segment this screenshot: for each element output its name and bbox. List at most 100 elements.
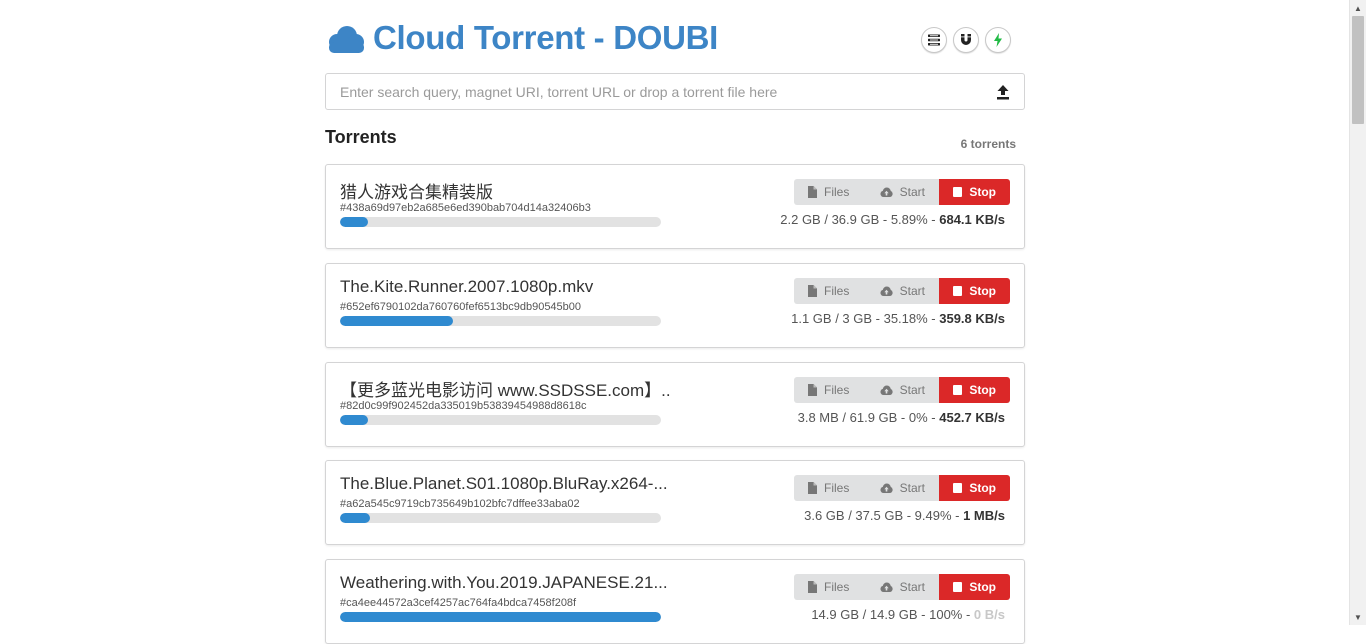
- files-button-label: Files: [824, 383, 850, 397]
- torrent-actions: Files Start Stop: [794, 179, 1010, 205]
- stop-button[interactable]: Stop: [939, 179, 1010, 205]
- scroll-up-arrow-icon[interactable]: ▲: [1350, 0, 1366, 16]
- torrent-progress-fill: [340, 217, 368, 227]
- torrent-hash: #ca4ee44572a3cef4257ac764fa4bdca7458f208…: [340, 597, 577, 609]
- torrent-name: Weathering.with.You.2019.JAPANESE.21...: [340, 573, 668, 592]
- torrent-progress-bar: [340, 415, 661, 425]
- torrent-sizes: 2.2 GB / 36.9 GB - 5.89% -: [780, 212, 940, 227]
- torrent-actions: Files Start Stop: [794, 574, 1010, 600]
- files-button-label: Files: [824, 580, 850, 594]
- scroll-thumb[interactable]: [1352, 16, 1364, 124]
- files-button[interactable]: Files: [794, 574, 866, 600]
- start-button[interactable]: Start: [866, 574, 939, 600]
- torrent-sizes: 3.6 GB / 37.5 GB - 9.49% -: [804, 508, 964, 523]
- stop-icon: [953, 483, 963, 493]
- app-title: Cloud Torrent - DOUBI: [373, 19, 719, 56]
- stop-icon: [953, 385, 963, 395]
- torrent-card: 猎人游戏合集精装版 #438a69d97eb2a685e6ed390bab704…: [325, 164, 1025, 249]
- stop-button-label: Stop: [969, 481, 996, 495]
- torrent-card: The.Kite.Runner.2007.1080p.mkv #652ef679…: [325, 263, 1025, 348]
- stop-icon: [953, 286, 963, 296]
- torrents-heading: Torrents: [325, 127, 397, 147]
- stop-button[interactable]: Stop: [939, 475, 1010, 501]
- torrent-progress-bar: [340, 513, 661, 523]
- file-icon: [808, 482, 817, 494]
- stop-button[interactable]: Stop: [939, 278, 1010, 304]
- stop-button-label: Stop: [969, 185, 996, 199]
- search-input[interactable]: [326, 74, 1004, 109]
- torrent-name: 猎人游戏合集精装版: [340, 183, 493, 202]
- list-view-button[interactable]: [921, 27, 947, 53]
- stop-button-label: Stop: [969, 580, 996, 594]
- stop-button-label: Stop: [969, 284, 996, 298]
- torrent-hash: #82d0c99f902452da335019b53839454988d8618…: [340, 400, 587, 412]
- header: Cloud Torrent - DOUBI: [325, 0, 1025, 73]
- files-button[interactable]: Files: [794, 278, 866, 304]
- torrent-card: Weathering.with.You.2019.JAPANESE.21... …: [325, 559, 1025, 644]
- magnet-button[interactable]: [953, 27, 979, 53]
- torrent-progress-fill: [340, 316, 453, 326]
- torrent-progress-bar: [340, 316, 661, 326]
- scroll-down-arrow-icon[interactable]: ▼: [1350, 609, 1366, 625]
- file-icon: [808, 186, 817, 198]
- torrent-sizes: 3.8 MB / 61.9 GB - 0% -: [797, 410, 940, 425]
- files-button[interactable]: Files: [794, 377, 866, 403]
- header-actions: [921, 27, 1011, 53]
- search-bar: [325, 73, 1025, 110]
- list-icon: [928, 34, 940, 46]
- files-button[interactable]: Files: [794, 475, 866, 501]
- start-button-label: Start: [899, 580, 925, 594]
- torrent-stats: 14.9 GB / 14.9 GB - 100% - 0 B/s: [811, 607, 1005, 622]
- start-button-label: Start: [899, 284, 925, 298]
- files-button[interactable]: Files: [794, 179, 866, 205]
- files-button-label: Files: [824, 185, 850, 199]
- stop-button[interactable]: Stop: [939, 377, 1010, 403]
- stop-icon: [953, 582, 963, 592]
- page-scrollbar[interactable]: ▲ ▼: [1349, 0, 1366, 625]
- torrent-hash: #438a69d97eb2a685e6ed390bab704d14a32406b…: [340, 202, 591, 214]
- file-icon: [808, 285, 817, 297]
- torrent-count: 6 torrents: [960, 137, 1016, 151]
- stop-icon: [953, 187, 963, 197]
- magnet-icon: [961, 34, 971, 45]
- stop-button-label: Stop: [969, 383, 996, 397]
- bolt-icon: [994, 33, 1002, 47]
- start-button-label: Start: [899, 481, 925, 495]
- start-button[interactable]: Start: [866, 179, 939, 205]
- torrent-name: The.Kite.Runner.2007.1080p.mkv: [340, 277, 594, 296]
- start-button-label: Start: [899, 185, 925, 199]
- start-button[interactable]: Start: [866, 377, 939, 403]
- torrent-stats: 3.8 MB / 61.9 GB - 0% - 452.7 KB/s: [798, 410, 1005, 425]
- torrent-speed: 1 MB/s: [963, 508, 1005, 523]
- torrent-progress-fill: [340, 415, 368, 425]
- torrent-sizes: 1.1 GB / 3 GB - 35.18% -: [791, 311, 940, 326]
- torrent-speed: 452.7 KB/s: [939, 410, 1005, 425]
- torrent-stats: 2.2 GB / 36.9 GB - 5.89% - 684.1 KB/s: [780, 212, 1005, 227]
- torrent-card: 【更多蓝光电影访问 www.SSDSSE.com】... #82d0c99f90…: [325, 362, 1025, 447]
- start-button[interactable]: Start: [866, 475, 939, 501]
- cloud-upload-icon: [880, 286, 893, 296]
- torrent-hash: #a62a545c9719cb735649b102bfc7dffee33aba0…: [340, 498, 580, 510]
- file-icon: [808, 384, 817, 396]
- bolt-button[interactable]: [985, 27, 1011, 53]
- start-button[interactable]: Start: [866, 278, 939, 304]
- cloud-upload-icon: [880, 582, 893, 592]
- torrent-name: 【更多蓝光电影访问 www.SSDSSE.com】...: [340, 381, 670, 400]
- torrent-stats: 3.6 GB / 37.5 GB - 9.49% - 1 MB/s: [804, 508, 1005, 523]
- stop-button[interactable]: Stop: [939, 574, 1010, 600]
- cloud-upload-icon: [880, 187, 893, 197]
- torrent-progress-bar: [340, 217, 661, 227]
- start-button-label: Start: [899, 383, 925, 397]
- torrent-progress-fill: [340, 513, 371, 523]
- torrent-hash: #652ef6790102da760760fef6513bc9db90545b0…: [340, 301, 582, 313]
- torrent-sizes: 14.9 GB / 14.9 GB - 100% -: [811, 607, 974, 622]
- torrent-name: The.Blue.Planet.S01.1080p.BluRay.x264-..…: [340, 474, 668, 493]
- torrent-card: The.Blue.Planet.S01.1080p.BluRay.x264-..…: [325, 460, 1025, 545]
- upload-icon[interactable]: [996, 84, 1010, 100]
- torrent-stats: 1.1 GB / 3 GB - 35.18% - 359.8 KB/s: [791, 311, 1005, 326]
- cloud-upload-icon: [880, 385, 893, 395]
- torrent-speed: 359.8 KB/s: [939, 311, 1005, 326]
- torrent-speed: 684.1 KB/s: [939, 212, 1005, 227]
- torrent-speed: 0 B/s: [973, 607, 1005, 622]
- torrent-progress-bar: [340, 612, 661, 622]
